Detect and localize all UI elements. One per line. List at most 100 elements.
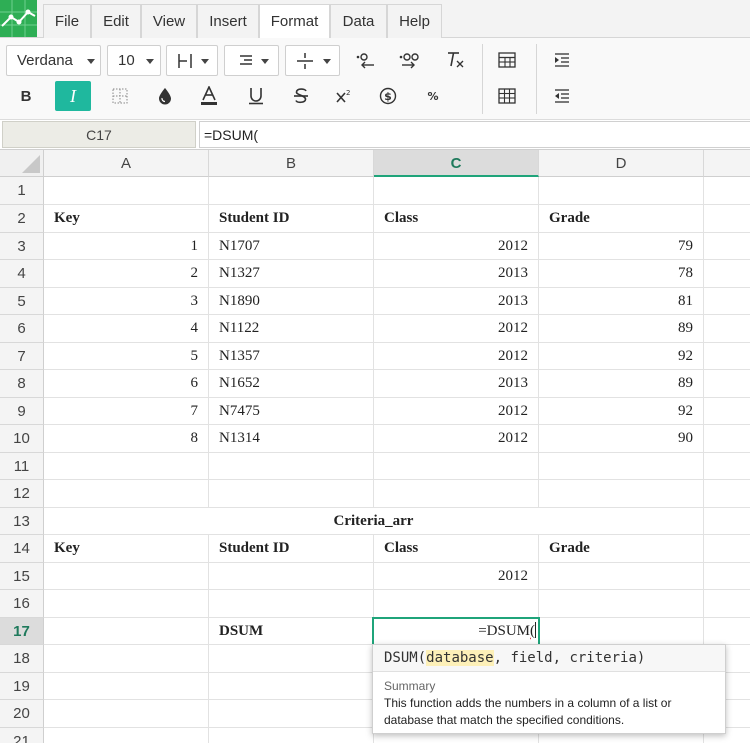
cell-D6[interactable]: 89 — [539, 315, 704, 343]
cell-E3[interactable] — [704, 233, 750, 260]
cell-A4[interactable]: 2 — [44, 260, 209, 288]
cell-E17[interactable] — [704, 618, 750, 645]
row-header-17[interactable]: 17 — [0, 617, 44, 645]
cell-C7[interactable]: 2012 — [374, 342, 539, 370]
text-align-dropdown[interactable] — [224, 45, 279, 76]
cell-C9[interactable]: 2012 — [374, 397, 539, 425]
cell-B20[interactable] — [209, 700, 374, 728]
cell-A21[interactable] — [44, 727, 209, 743]
cell-D7[interactable]: 92 — [539, 342, 704, 370]
vertical-align-dropdown[interactable] — [285, 45, 340, 76]
percent-format-button[interactable]: % — [415, 81, 451, 111]
cell-C8[interactable]: 2013 — [374, 370, 539, 398]
row-header-18[interactable]: 18 — [0, 645, 44, 673]
row-header-4[interactable]: 4 — [0, 260, 44, 288]
cell-B19[interactable] — [209, 672, 374, 700]
row-header-1[interactable]: 1 — [0, 177, 44, 205]
row-header-16[interactable]: 16 — [0, 590, 44, 618]
row-header-9[interactable]: 9 — [0, 397, 44, 425]
cell-E8[interactable] — [704, 370, 750, 398]
cell-A12[interactable] — [44, 480, 209, 508]
cell-C12[interactable] — [374, 480, 539, 508]
cell-B7[interactable]: N1357 — [209, 342, 374, 370]
row-header-10[interactable]: 10 — [0, 425, 44, 453]
cell-C5[interactable]: 2013 — [374, 287, 539, 315]
row-header-12[interactable]: 12 — [0, 480, 44, 508]
menu-view[interactable]: View — [141, 4, 197, 38]
cell-A18[interactable] — [44, 645, 209, 673]
cell-B8[interactable]: N1652 — [209, 370, 374, 398]
increase-indent-button[interactable] — [544, 45, 580, 75]
cell-B18[interactable] — [209, 645, 374, 673]
bold-button[interactable]: B — [8, 81, 44, 111]
cell-E1[interactable] — [704, 177, 750, 205]
cell-D11[interactable] — [539, 452, 704, 480]
text-color-button[interactable] — [191, 81, 227, 111]
cell-B14[interactable]: Student ID — [209, 535, 374, 563]
row-header-3[interactable]: 3 — [0, 232, 44, 260]
row-header-13[interactable]: 13 — [0, 507, 44, 535]
cell-B16[interactable] — [209, 590, 374, 618]
decrease-decimal-button[interactable] — [347, 45, 383, 75]
cell-C1[interactable] — [374, 177, 539, 205]
cell-D12[interactable] — [539, 480, 704, 508]
cell-B6[interactable]: N1122 — [209, 315, 374, 343]
cell-B11[interactable] — [209, 452, 374, 480]
cell-D4[interactable]: 78 — [539, 260, 704, 288]
cell-E5[interactable] — [704, 288, 750, 315]
cell-B15[interactable] — [209, 562, 374, 590]
cell-D5[interactable]: 81 — [539, 287, 704, 315]
cell-A17[interactable] — [44, 617, 209, 645]
cell-A19[interactable] — [44, 672, 209, 700]
cell-C11[interactable] — [374, 452, 539, 480]
cell-C2[interactable]: Class — [374, 205, 539, 233]
cell-B21[interactable] — [209, 727, 374, 743]
column-header-d[interactable]: D — [539, 150, 704, 177]
cell-E7[interactable] — [704, 343, 750, 370]
cell-A5[interactable]: 3 — [44, 287, 209, 315]
menu-data[interactable]: Data — [330, 4, 387, 38]
menu-insert[interactable]: Insert — [197, 4, 259, 38]
increase-decimal-button[interactable] — [392, 45, 428, 75]
cell-B4[interactable]: N1327 — [209, 260, 374, 288]
cell-E4[interactable] — [704, 260, 750, 288]
select-all-corner[interactable] — [0, 150, 44, 177]
font-size-dropdown[interactable]: 10 — [107, 45, 161, 76]
fill-color-button[interactable] — [147, 81, 183, 111]
column-header-a[interactable]: A — [44, 150, 209, 177]
name-box[interactable]: C17 — [2, 121, 196, 148]
cell-C16[interactable] — [374, 590, 539, 618]
borders-dropdown[interactable] — [166, 45, 218, 76]
cell-A1[interactable] — [44, 177, 209, 205]
menu-format[interactable]: Format — [259, 4, 330, 39]
underline-button[interactable] — [238, 81, 274, 111]
cell-D16[interactable] — [539, 590, 704, 618]
currency-format-button[interactable]: $ — [370, 81, 406, 111]
cell-B2[interactable]: Student ID — [209, 205, 374, 233]
insert-table-button[interactable] — [489, 45, 525, 75]
cell-D14[interactable]: Grade — [539, 535, 704, 563]
cell-A2[interactable]: Key — [44, 205, 209, 233]
cell-C6[interactable]: 2012 — [374, 315, 539, 343]
table-format-button[interactable] — [489, 81, 525, 111]
cell-A8[interactable]: 6 — [44, 370, 209, 398]
cell-B3[interactable]: N1707 — [209, 232, 374, 260]
cell-D15[interactable] — [539, 562, 704, 590]
row-header-5[interactable]: 5 — [0, 287, 44, 315]
cell-E15[interactable] — [704, 563, 750, 590]
cell-A9[interactable]: 7 — [44, 397, 209, 425]
row-header-8[interactable]: 8 — [0, 370, 44, 398]
cell-E2[interactable] — [704, 205, 750, 233]
cell-A15[interactable] — [44, 562, 209, 590]
row-header-7[interactable]: 7 — [0, 342, 44, 370]
cell-A14[interactable]: Key — [44, 535, 209, 563]
cell-D1[interactable] — [539, 177, 704, 205]
cell-E14[interactable] — [704, 535, 750, 563]
row-header-6[interactable]: 6 — [0, 315, 44, 343]
menu-edit[interactable]: Edit — [91, 4, 141, 38]
font-family-dropdown[interactable]: Verdana — [6, 45, 101, 76]
cell-D9[interactable]: 92 — [539, 397, 704, 425]
column-header-c[interactable]: C — [374, 150, 539, 177]
cell-C3[interactable]: 2012 — [374, 232, 539, 260]
row-header-19[interactable]: 19 — [0, 672, 44, 700]
